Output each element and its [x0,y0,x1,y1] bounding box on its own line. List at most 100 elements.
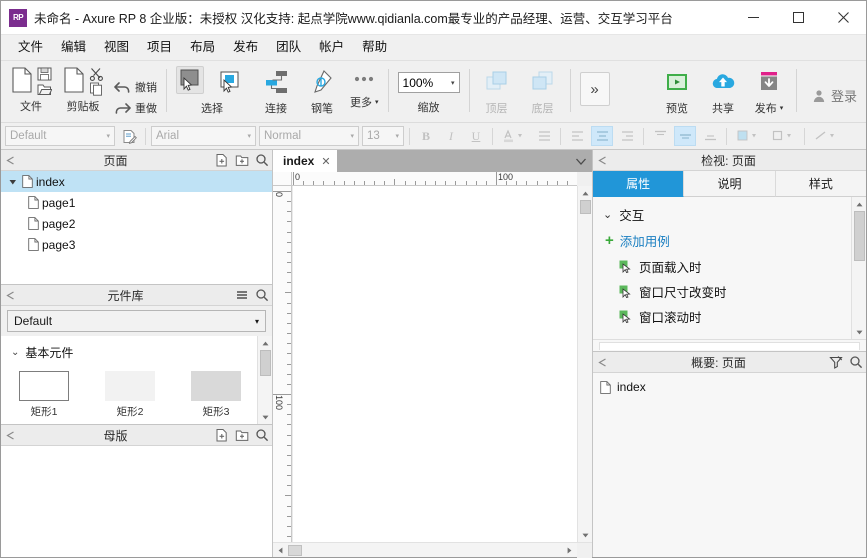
canvas-vscroll-track[interactable] [578,200,593,528]
close-button[interactable] [821,1,866,35]
search-icon[interactable] [252,151,272,170]
tab-properties[interactable]: 属性 [593,171,685,197]
filter-icon[interactable] [826,353,846,372]
page-tree-item-index[interactable]: index [1,171,272,192]
font-weight-select[interactable]: Normal ▾ [259,126,359,146]
search-icon[interactable] [846,353,866,372]
vertical-ruler[interactable]: 0 100 [273,186,292,542]
tab-notes[interactable]: 说明 [684,171,776,197]
page-tree-item-page3[interactable]: page3 [1,234,272,255]
preview-button[interactable] [659,66,695,98]
event-onwindowresize[interactable]: 窗口尺寸改变时 [593,279,851,304]
collapse-icon[interactable] [593,151,611,170]
library-select[interactable]: Default ▾ [7,310,266,332]
font-color-button[interactable] [498,126,530,146]
add-page-icon[interactable] [212,151,232,170]
pen-button[interactable] [304,66,340,98]
inspector-scroll-track[interactable] [852,211,867,325]
border-color-button[interactable] [767,126,799,146]
menu-publish[interactable]: 发布 [224,37,267,58]
select-mode-contain-button[interactable] [212,66,248,98]
publish-button[interactable] [751,66,787,98]
fill-color-button[interactable] [732,126,764,146]
open-folder-icon[interactable] [37,82,52,96]
cut-scissors-icon[interactable] [89,67,104,81]
scroll-down-icon[interactable] [578,528,593,542]
collapse-icon[interactable] [1,426,19,445]
scroll-down-icon[interactable] [852,325,867,339]
library-scroll-thumb[interactable] [259,350,271,376]
inspector-scroll-thumb[interactable] [853,211,865,261]
save-icon[interactable] [37,67,52,81]
canvas-hscroll-track[interactable] [288,543,562,558]
line-style-button[interactable] [810,126,842,146]
collapse-icon[interactable] [1,151,19,170]
inspector-scrollbar[interactable] [851,197,866,339]
scroll-up-icon[interactable] [852,197,867,211]
style-editor-icon[interactable] [118,126,140,146]
menu-help[interactable]: 帮助 [353,37,396,58]
widget-item-rect3[interactable]: 矩形3 [187,371,245,419]
menu-team[interactable]: 团队 [267,37,310,58]
valign-top-button[interactable] [649,126,671,146]
line-spacing-button[interactable] [533,126,555,146]
add-folder-icon[interactable] [232,151,252,170]
widget-item-rect2[interactable]: 矩形2 [101,371,159,419]
collapse-icon[interactable] [1,286,19,305]
tab-overflow-caret-icon[interactable] [570,150,592,172]
more-dots-icon[interactable] [351,74,377,84]
interactions-header[interactable]: ⌄ 交互 [593,201,851,228]
canvas-page-surface[interactable] [292,186,577,542]
search-icon[interactable] [252,286,272,305]
event-onwindowscroll[interactable]: 窗口滚动时 [593,304,851,329]
font-size-select[interactable]: 13 ▾ [362,126,404,146]
login-button[interactable]: 登录 [812,86,857,105]
library-scroll-track[interactable] [258,350,273,410]
canvas-vscroll-thumb[interactable] [579,200,591,214]
connect-button[interactable] [258,66,294,98]
select-mode-intersect-button[interactable] [176,66,204,94]
ribbon-overflow-button[interactable]: » [579,72,610,106]
close-icon[interactable]: ✕ [321,155,330,168]
expand-triangle-icon[interactable] [7,178,19,186]
align-right-button[interactable] [616,126,638,146]
bold-button[interactable]: B [415,126,437,146]
add-master-icon[interactable] [212,426,232,445]
library-menu-icon[interactable] [232,286,252,305]
underline-button[interactable]: U [465,126,487,146]
scroll-up-icon[interactable] [578,186,593,200]
canvas-vertical-scrollbar[interactable] [577,186,592,542]
canvas-tab-index[interactable]: index ✕ [273,150,337,172]
page-tree-item-page1[interactable]: page1 [1,192,272,213]
share-button[interactable] [705,66,741,98]
valign-middle-button[interactable] [674,126,696,146]
horizontal-ruler[interactable]: 0 100 [292,172,577,186]
scroll-up-icon[interactable] [258,336,273,350]
minimize-button[interactable] [731,1,776,35]
zoom-select[interactable]: 100% ▾ [397,72,460,93]
maximize-button[interactable] [776,1,821,35]
canvas-hscroll-thumb[interactable] [288,544,302,556]
align-center-button[interactable] [591,126,613,146]
collapse-icon[interactable] [593,353,611,372]
search-icon[interactable] [252,426,272,445]
library-group-basic[interactable]: ⌄ 基本元件 [1,342,257,367]
event-onpageload[interactable]: 页面载入时 [593,254,851,279]
menu-view[interactable]: 视图 [95,37,138,58]
add-master-folder-icon[interactable] [232,426,252,445]
tab-style[interactable]: 样式 [775,171,866,197]
scroll-down-icon[interactable] [258,410,273,424]
italic-button[interactable]: I [440,126,462,146]
outline-item-index[interactable]: index [593,377,866,397]
scroll-left-icon[interactable] [273,543,288,558]
menu-project[interactable]: 项目 [138,37,181,58]
page-tree-item-page2[interactable]: page2 [1,213,272,234]
menu-file[interactable]: 文件 [9,37,52,58]
menu-edit[interactable]: 编辑 [52,37,95,58]
add-case-button[interactable]: + 添加用例 [593,228,851,254]
font-family-select[interactable]: Arial ▾ [151,126,256,146]
masters-list[interactable] [1,446,272,557]
scroll-right-icon[interactable] [562,543,577,558]
valign-bottom-button[interactable] [699,126,721,146]
align-left-button[interactable] [566,126,588,146]
